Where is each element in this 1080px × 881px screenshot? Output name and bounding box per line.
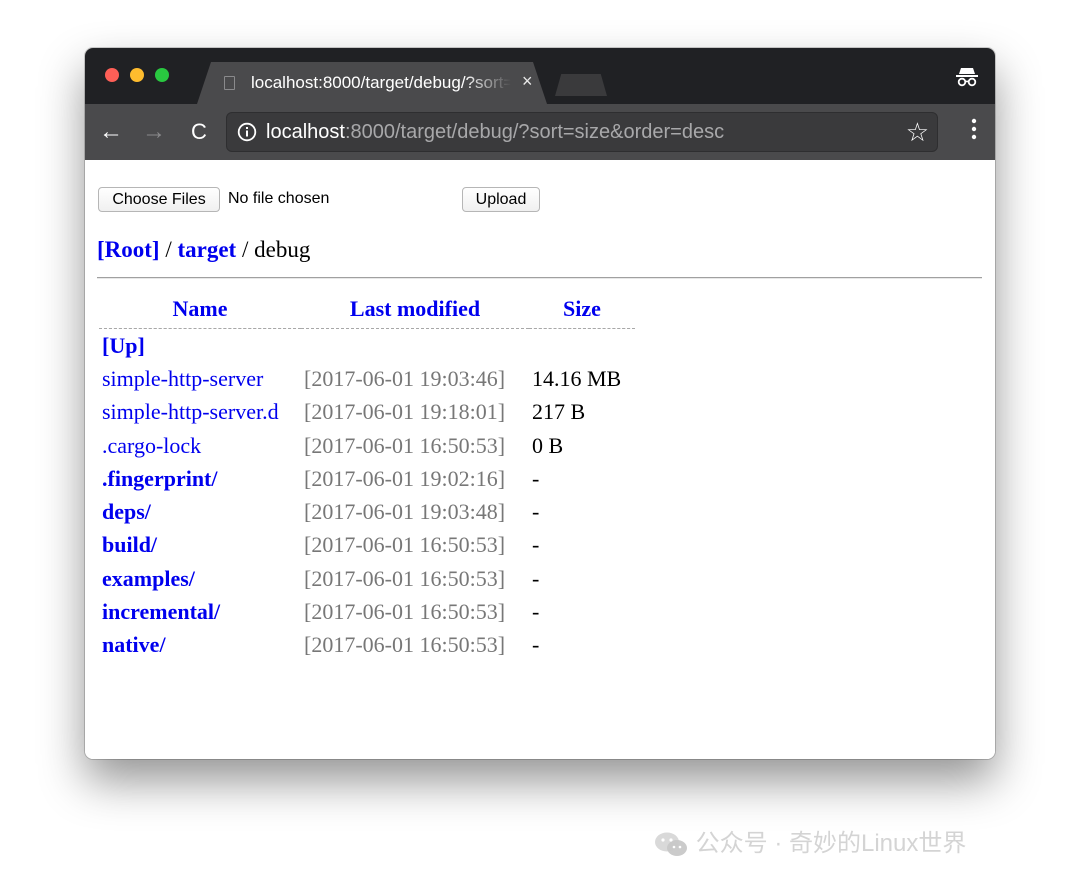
file-listing-table: Name Last modified Size [Up] simple-http… [99, 294, 635, 662]
size-cell: - [532, 599, 540, 625]
minimize-window-button[interactable] [130, 68, 144, 82]
tab-close-icon[interactable]: × [522, 71, 533, 92]
url-text: localhost:8000/target/debug/?sort=size&o… [266, 121, 724, 144]
sort-by-size-header[interactable]: Size [529, 294, 635, 329]
folder-link[interactable]: deps/ [102, 499, 151, 524]
modified-cell: [2017-06-01 16:50:53] [304, 432, 506, 458]
modified-cell: [2017-06-01 16:50:53] [304, 632, 506, 658]
table-row: .fingerprint/ [2017-06-01 19:02:16] - [99, 462, 635, 495]
table-row: native/ [2017-06-01 16:50:53] - [99, 629, 635, 662]
star-icon[interactable]: ☆ [906, 117, 929, 147]
browser-window: localhost:8000/target/debug/?sort=size&o… [85, 48, 995, 759]
table-row: .cargo-lock [2017-06-01 16:50:53] 0 B [99, 429, 635, 462]
breadcrumb-separator: / [236, 237, 255, 262]
size-cell: - [532, 632, 540, 658]
size-cell: - [532, 565, 540, 591]
maximize-window-button[interactable] [155, 68, 169, 82]
page-content: Choose Files No file chosen Upload [Root… [85, 160, 995, 759]
folder-link[interactable]: build/ [102, 532, 157, 557]
modified-cell: [2017-06-01 19:03:48] [304, 499, 506, 525]
modified-cell: [2017-06-01 19:02:16] [304, 465, 506, 491]
modified-cell: [2017-06-01 16:50:53] [304, 532, 506, 558]
folder-link[interactable]: .fingerprint/ [102, 466, 218, 491]
tab-bar: localhost:8000/target/debug/?sort=size&o… [85, 48, 995, 104]
url-path: :8000/target/debug/?sort=size&order=desc [344, 121, 725, 143]
forward-button[interactable]: → [139, 117, 169, 147]
name-cell: .fingerprint/ [99, 462, 301, 495]
divider [97, 277, 982, 279]
breadcrumb-separator: / [159, 237, 178, 262]
modified-cell: [2017-06-01 16:50:53] [304, 599, 506, 625]
name-cell: incremental/ [99, 595, 301, 628]
watermark: 公众号 · 奇妙的Linux世界 [653, 823, 1043, 857]
size-cell: 0 B [532, 432, 564, 458]
table-row: incremental/ [2017-06-01 16:50:53] - [99, 595, 635, 628]
upload-button[interactable]: Upload [462, 187, 540, 212]
back-button[interactable]: ← [96, 117, 126, 147]
breadcrumb-target-link[interactable]: target [177, 237, 236, 262]
tab-title: localhost:8000/target/debug/?sort=size&o… [251, 73, 511, 92]
new-tab-button[interactable] [555, 74, 607, 96]
watermark-text: 公众号 · 奇妙的Linux世界 [695, 830, 967, 857]
table-row: deps/ [2017-06-01 19:03:48] - [99, 495, 635, 528]
size-cell: - [532, 499, 540, 525]
file-status-text: No file chosen [228, 190, 330, 207]
size-cell: 217 B [532, 399, 586, 425]
address-bar[interactable]: localhost:8000/target/debug/?sort=size&o… [226, 112, 938, 152]
file-link[interactable]: simple-http-server [102, 366, 263, 391]
name-cell: simple-http-server [99, 362, 301, 395]
name-cell: deps/ [99, 495, 301, 528]
empty-cell [529, 329, 635, 363]
page-icon [224, 76, 235, 90]
wechat-icon [655, 832, 687, 856]
table-header-row: Name Last modified Size [99, 294, 635, 329]
url-host: localhost [266, 121, 345, 143]
breadcrumb: [Root] / target / debug [97, 237, 310, 263]
reload-button[interactable]: C [184, 117, 214, 147]
table-row-up: [Up] [99, 329, 635, 363]
breadcrumb-root-link[interactable]: [Root] [97, 237, 160, 262]
size-cell: - [532, 532, 540, 558]
folder-link[interactable]: native/ [102, 632, 166, 657]
name-cell: native/ [99, 629, 301, 662]
table-row: build/ [2017-06-01 16:50:53] - [99, 529, 635, 562]
tab-active[interactable]: localhost:8000/target/debug/?sort=size&o… [197, 62, 547, 104]
breadcrumb-current: debug [254, 237, 311, 262]
table-row: examples/ [2017-06-01 16:50:53] - [99, 562, 635, 595]
table-row: simple-http-server.d [2017-06-01 19:18:0… [99, 396, 635, 429]
size-cell: 14.16 MB [532, 365, 622, 391]
empty-cell [301, 329, 529, 363]
modified-cell: [2017-06-01 19:18:01] [304, 399, 506, 425]
name-cell: .cargo-lock [99, 429, 301, 462]
modified-cell: [2017-06-01 19:03:46] [304, 365, 506, 391]
size-cell: - [532, 465, 540, 491]
name-cell: simple-http-server.d [99, 396, 301, 429]
file-link[interactable]: simple-http-server.d [102, 399, 279, 424]
up-cell: [Up] [99, 329, 301, 363]
sort-by-name-header[interactable]: Name [99, 294, 301, 329]
folder-link[interactable]: examples/ [102, 566, 195, 591]
incognito-icon [956, 68, 978, 87]
browser-toolbar: ← → C localhost:8000/target/debug/?sort=… [85, 104, 995, 160]
name-cell: build/ [99, 529, 301, 562]
sort-by-modified-header[interactable]: Last modified [301, 294, 529, 329]
info-icon[interactable] [237, 122, 257, 142]
file-link[interactable]: .cargo-lock [102, 433, 201, 458]
choose-files-button[interactable]: Choose Files [98, 187, 220, 212]
name-cell: examples/ [99, 562, 301, 595]
close-window-button[interactable] [105, 68, 119, 82]
up-link[interactable]: [Up] [102, 333, 145, 358]
more-vert-icon[interactable] [971, 117, 977, 141]
folder-link[interactable]: incremental/ [102, 599, 220, 624]
table-row: simple-http-server [2017-06-01 19:03:46]… [99, 362, 635, 395]
modified-cell: [2017-06-01 16:50:53] [304, 565, 506, 591]
